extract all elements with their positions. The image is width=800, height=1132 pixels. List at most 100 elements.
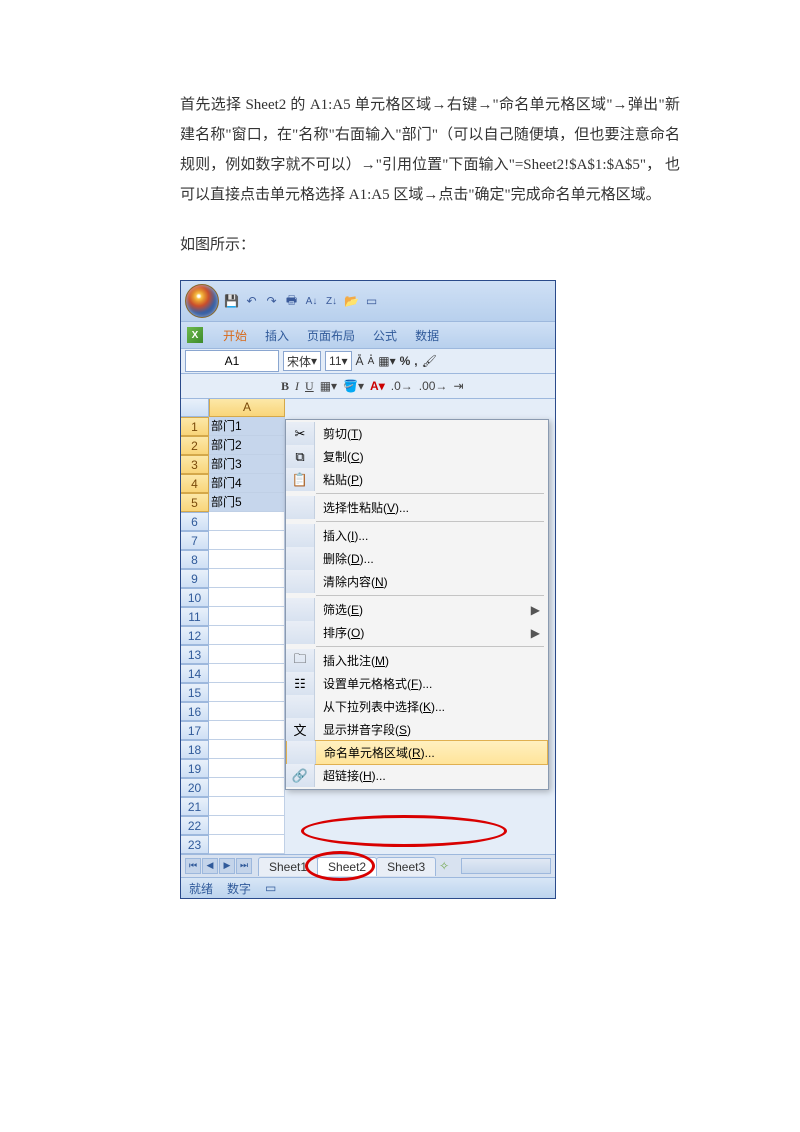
cell[interactable] [209,531,285,550]
sheet-nav[interactable]: ⏮ ◀ ▶ ⏭ [185,858,252,874]
indent-icon[interactable]: ⇥ [453,379,463,393]
row-header[interactable]: 19 [181,759,209,778]
cell[interactable] [209,626,285,645]
cell[interactable] [209,721,285,740]
row-header[interactable]: 4 [181,474,209,493]
border-icon[interactable]: ▦▾ [320,379,337,393]
cell[interactable]: 部门3 [209,455,285,474]
merge-icon[interactable]: ▦▾ [378,354,395,368]
context-menu-item[interactable]: ⧉复制(C) [286,445,548,468]
row-header[interactable]: 7 [181,531,209,550]
row-header[interactable]: 16 [181,702,209,721]
context-menu-item[interactable]: 排序(O)▶ [286,621,548,644]
sheet-tab-3[interactable]: Sheet3 [376,857,436,876]
sheet-nav-next-icon[interactable]: ▶ [219,858,235,874]
office-button[interactable] [185,284,219,318]
context-menu-item[interactable]: ☷设置单元格格式(F)... [286,672,548,695]
cell[interactable]: 部门2 [209,436,285,455]
cell[interactable]: 部门1 [209,417,285,436]
context-menu-item[interactable]: 删除(D)... [286,547,548,570]
cell[interactable] [209,778,285,797]
row-header[interactable]: 13 [181,645,209,664]
cell[interactable] [209,835,285,854]
row-header[interactable]: 2 [181,436,209,455]
cell[interactable] [209,683,285,702]
cell[interactable] [209,607,285,626]
paint-icon[interactable]: 🖌 [422,354,437,368]
select-all-corner[interactable] [181,399,209,417]
cell[interactable] [209,569,285,588]
cell[interactable]: 部门5 [209,493,285,512]
sheet-nav-prev-icon[interactable]: ◀ [202,858,218,874]
decimal-inc-icon[interactable]: .0→ [391,379,413,393]
tab-insert[interactable]: 插入 [265,327,289,344]
row-header[interactable]: 12 [181,626,209,645]
context-menu-item[interactable]: 清除内容(N) [286,570,548,593]
cell[interactable] [209,816,285,835]
name-box[interactable]: A1 [185,350,279,372]
context-menu-item[interactable]: ✂剪切(T) [286,422,548,445]
cell[interactable] [209,702,285,721]
row-header[interactable]: 21 [181,797,209,816]
horizontal-scrollbar[interactable] [461,858,551,874]
context-menu-item[interactable]: 🔗超链接(H)... [286,764,548,787]
font-select[interactable]: 宋体 ▾ [283,351,321,371]
context-menu-item[interactable]: 选择性粘贴(V)... [286,496,548,519]
row-header[interactable]: 23 [181,835,209,854]
context-menu-item[interactable]: 🗀插入批注(M) [286,649,548,672]
print-icon[interactable]: 🖶 [284,294,299,309]
row-header[interactable]: 6 [181,512,209,531]
percent-icon[interactable]: % [400,354,411,368]
bold-icon[interactable]: B [281,379,289,394]
col-header-a[interactable]: A [209,399,285,417]
shrink-font-icon[interactable]: A̎ [368,356,375,367]
cell[interactable] [209,588,285,607]
tab-data[interactable]: 数据 [415,327,439,344]
sheet-nav-last-icon[interactable]: ⏭ [236,858,252,874]
italic-icon[interactable]: I [295,379,299,394]
cell[interactable] [209,797,285,816]
cell[interactable] [209,759,285,778]
sort-asc-icon[interactable]: A↓ [304,294,319,309]
context-menu-item[interactable]: 文显示拼音字段(S) [286,718,548,741]
tab-layout[interactable]: 页面布局 [307,327,355,344]
decimal-dec-icon[interactable]: .00→ [419,379,448,393]
row-header[interactable]: 22 [181,816,209,835]
context-menu-item[interactable]: 从下拉列表中选择(K)... [286,695,548,718]
context-menu-item[interactable]: 插入(I)... [286,524,548,547]
sheet-nav-first-icon[interactable]: ⏮ [185,858,201,874]
cell[interactable] [209,512,285,531]
cell[interactable] [209,664,285,683]
sheet-tab-1[interactable]: Sheet1 [258,857,318,876]
sort-desc-icon[interactable]: Z↓ [324,294,339,309]
underline-icon[interactable]: U [305,379,314,394]
row-header[interactable]: 5 [181,493,209,512]
cell[interactable] [209,645,285,664]
row-header[interactable]: 1 [181,417,209,436]
row-header[interactable]: 9 [181,569,209,588]
row-header[interactable]: 18 [181,740,209,759]
new-sheet-icon[interactable]: ✧ [439,859,449,873]
fill-color-icon[interactable]: 🪣▾ [343,379,364,393]
row-header[interactable]: 20 [181,778,209,797]
row-header[interactable]: 8 [181,550,209,569]
row-header[interactable]: 10 [181,588,209,607]
row-header[interactable]: 17 [181,721,209,740]
sheet-tab-2[interactable]: Sheet2 [317,857,377,876]
grow-font-icon[interactable]: A̎ [356,354,364,368]
redo-icon[interactable]: ↷ [264,294,279,309]
open-icon[interactable]: 📂 [344,294,359,309]
save-icon[interactable]: 💾 [224,294,239,309]
cell[interactable]: 部门4 [209,474,285,493]
worksheet-grid[interactable]: 1234567891011121314151617181920212223 A … [181,399,555,854]
undo-icon[interactable]: ↶ [244,294,259,309]
font-color-icon[interactable]: A▾ [370,379,385,393]
new-icon[interactable]: ▭ [364,294,379,309]
row-header[interactable]: 14 [181,664,209,683]
row-header[interactable]: 11 [181,607,209,626]
tab-home[interactable]: 开始 [223,327,247,344]
cell[interactable] [209,550,285,569]
fontsize-select[interactable]: 11 ▾ [325,351,352,371]
row-header[interactable]: 15 [181,683,209,702]
context-menu-item[interactable]: 筛选(E)▶ [286,598,548,621]
